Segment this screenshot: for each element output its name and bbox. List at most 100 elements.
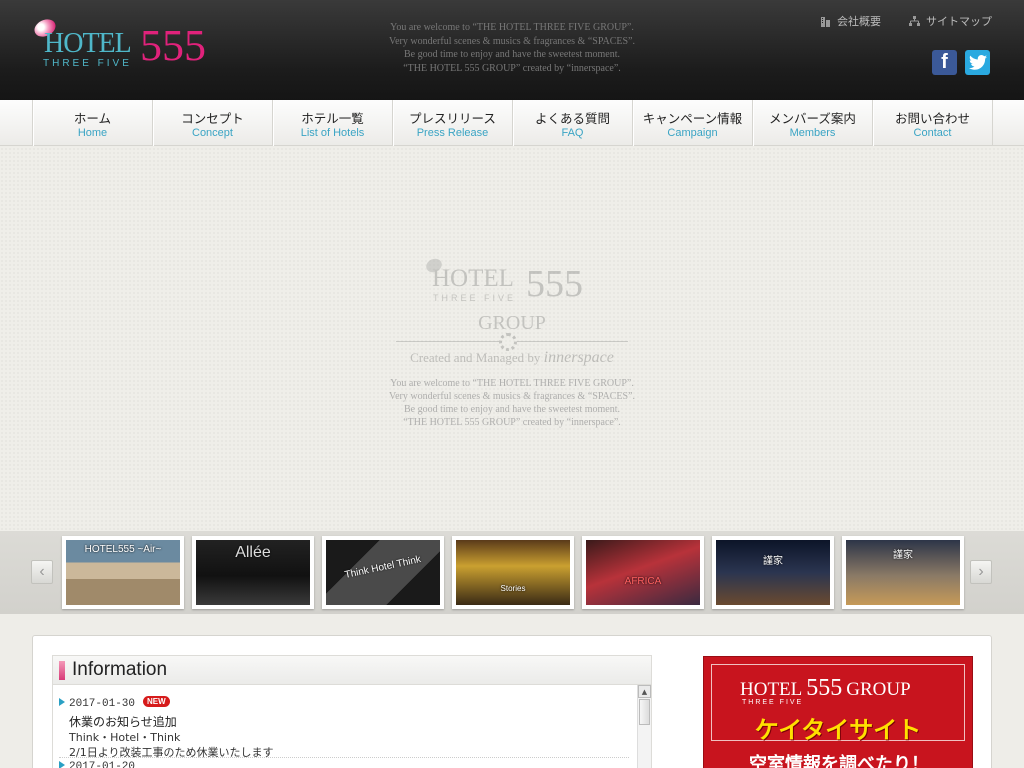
bullet-arrow-icon: [59, 697, 65, 706]
information-header: Information: [52, 655, 652, 685]
building-icon: [821, 16, 830, 27]
mobile-site-banner[interactable]: HOTEL 555 GROUP THREE FIVE ケイタイサイト 空室情報を調べ…: [703, 656, 973, 768]
nav-item-ja: ホテル一覧: [301, 111, 364, 126]
header-top-links: 会社概要 サイトマップ: [820, 13, 992, 29]
nav-item-en: Press Release: [416, 127, 489, 139]
carousel-thumb[interactable]: Think Hotel Think: [322, 536, 444, 609]
welcome-line: “THE HOTEL 555 GROUP” created by “inners…: [403, 62, 621, 74]
nav-item-en: List of Hotels: [300, 127, 365, 139]
created-text: Created and Managed by: [410, 350, 541, 365]
nav-item-en: Contact: [913, 127, 952, 139]
nav-item-en: Concept: [192, 127, 233, 139]
twitter-icon[interactable]: [965, 50, 990, 75]
nav-item-en: FAQ: [561, 127, 584, 139]
banner-group-text: GROUP: [846, 679, 911, 700]
entry-date: 2017-01-30: [69, 698, 136, 710]
sitemap-link[interactable]: サイトマップ: [909, 13, 992, 29]
nav-item-ja: プレスリリース: [409, 111, 496, 126]
facebook-icon[interactable]: f: [932, 50, 957, 75]
nav-item-ja: キャンペーン情報: [642, 111, 743, 126]
entry-text-line: Think・Hotel・Think: [69, 731, 181, 744]
thumb-label: AFRICA: [624, 576, 662, 587]
company-link-label: 会社概要: [837, 15, 881, 28]
carousel-thumbs: HOTEL555 ~Air~ Allée Think Hotel Think S…: [62, 536, 964, 609]
global-nav: ホーム Home コンセプト Concept ホテル一覧 List of Hotels…: [0, 100, 1024, 146]
hotel-photo: 謹家: [716, 540, 830, 605]
entry-title[interactable]: 休業のお知らせ追加: [69, 713, 629, 730]
nav-item-campaign[interactable]: キャンペーン情報 Campaign: [633, 100, 753, 146]
hero-number: 555: [526, 263, 583, 305]
hero-hotel-text: HOTEL: [432, 265, 514, 292]
carousel-prev-button[interactable]: ‹: [31, 560, 53, 584]
information-entry: 2017-01-30 NEW 休業のお知らせ追加 Think・Hotel・Thin…: [59, 691, 629, 760]
nav-item-contact[interactable]: お問い合わせ Contact: [873, 100, 993, 146]
brand-text: innerspace: [543, 349, 614, 366]
hotel-photo: Think Hotel Think: [326, 540, 440, 605]
scroll-thumb[interactable]: [639, 699, 650, 725]
information-heading: Information: [72, 659, 168, 680]
hero-created-by: Created and Managed by innerspace: [396, 349, 628, 367]
new-badge: NEW: [143, 696, 170, 707]
social-links: f: [932, 50, 990, 75]
nav-item-ja: コンセプト: [181, 111, 244, 126]
nav-item-concept[interactable]: コンセプト Concept: [153, 100, 273, 146]
information-list[interactable]: 2017-01-30 NEW 休業のお知らせ追加 Think・Hotel・Thin…: [52, 685, 652, 768]
information-panel: Information 2017-01-30 NEW 休業のお知らせ追加 Thin…: [52, 655, 652, 768]
hero-welcome-line: “THE HOTEL 555 GROUP” created by “inners…: [403, 417, 621, 428]
heading-marker-icon: [59, 661, 65, 680]
banner-number: 555: [806, 675, 843, 701]
thumb-label: 謹家: [893, 550, 913, 561]
carousel-next-button[interactable]: ›: [970, 560, 992, 584]
thumb-label: Think Hotel Think: [343, 554, 423, 581]
logo-hotel-text: HOTEL: [44, 28, 132, 59]
company-link[interactable]: 会社概要: [820, 13, 881, 29]
site-header: HOTEL THREE FIVE 555 You are welcome to …: [0, 0, 1024, 100]
nav-item-ja: お問い合わせ: [894, 111, 970, 126]
carousel-thumb[interactable]: Stories: [452, 536, 574, 609]
site-logo[interactable]: HOTEL THREE FIVE 555: [31, 16, 214, 72]
nav-item-hotels[interactable]: ホテル一覧 List of Hotels: [273, 100, 393, 146]
twitter-bird-icon: [968, 55, 987, 70]
nav-item-members[interactable]: メンバーズ案内 Members: [753, 100, 873, 146]
thumb-label: Stories: [500, 584, 526, 593]
carousel-thumb[interactable]: 謹家: [842, 536, 964, 609]
nav-item-home[interactable]: ホーム Home: [33, 100, 153, 146]
nav-item-en: Members: [789, 127, 836, 139]
hotel-photo: AFRICA: [586, 540, 700, 605]
carousel-thumb[interactable]: 謹家: [712, 536, 834, 609]
hotel-carousel: ‹ HOTEL555 ~Air~ Allée Think Hotel Think…: [0, 531, 1024, 614]
entry-date: 2017-01-20: [69, 761, 136, 768]
hero-loading-area: HOTEL THREE FIVE 555 GROUP Created and M…: [0, 147, 1024, 531]
global-nav-list: ホーム Home コンセプト Concept ホテル一覧 List of Hotels…: [32, 100, 993, 146]
main-content: Information 2017-01-30 NEW 休業のお知らせ追加 Thin…: [32, 635, 992, 768]
information-scrollbar[interactable]: ▲: [637, 685, 651, 768]
information-entry: 2017-01-20: [59, 761, 135, 768]
banner-hotel-text: HOTEL: [740, 679, 803, 700]
nav-item-ja: ホーム: [73, 111, 112, 126]
welcome-line: You are welcome to “THE HOTEL THREE FIVE…: [390, 22, 634, 33]
hero-welcome-line: Very wonderful scenes & musics & fragran…: [389, 391, 635, 402]
hero-welcome-line: Be good time to enjoy and have the sweet…: [403, 404, 621, 415]
nav-item-faq[interactable]: よくある質問 FAQ: [513, 100, 633, 146]
banner-three-five-text: THREE FIVE: [742, 699, 804, 706]
hotel-photo: 謹家: [846, 540, 960, 605]
carousel-thumb[interactable]: Allée: [192, 536, 314, 609]
carousel-thumb[interactable]: AFRICA: [582, 536, 704, 609]
thumb-label: HOTEL555 ~Air~: [84, 544, 162, 555]
hero-group-text: GROUP: [478, 312, 546, 334]
hotel-photo: Stories: [456, 540, 570, 605]
carousel-thumb[interactable]: HOTEL555 ~Air~: [62, 536, 184, 609]
logo-three-five-text: THREE FIVE: [43, 58, 132, 69]
bullet-arrow-icon: [59, 761, 65, 768]
entry-divider: [59, 757, 629, 758]
banner-title: ケイタイサイト: [754, 716, 922, 744]
scroll-up-arrow-icon[interactable]: ▲: [638, 685, 651, 698]
sitemap-link-label: サイトマップ: [926, 15, 992, 28]
thumb-label: Allée: [235, 544, 271, 561]
banner-frame: HOTEL 555 GROUP THREE FIVE ケイタイサイト: [711, 664, 965, 744]
hotel-photo: HOTEL555 ~Air~: [66, 540, 180, 605]
nav-item-ja: よくある質問: [534, 111, 610, 126]
hotel-photo: Allée: [196, 540, 310, 605]
banner-logo: HOTEL 555 GROUP THREE FIVE: [740, 675, 911, 706]
nav-item-press[interactable]: プレスリリース Press Release: [393, 100, 513, 146]
